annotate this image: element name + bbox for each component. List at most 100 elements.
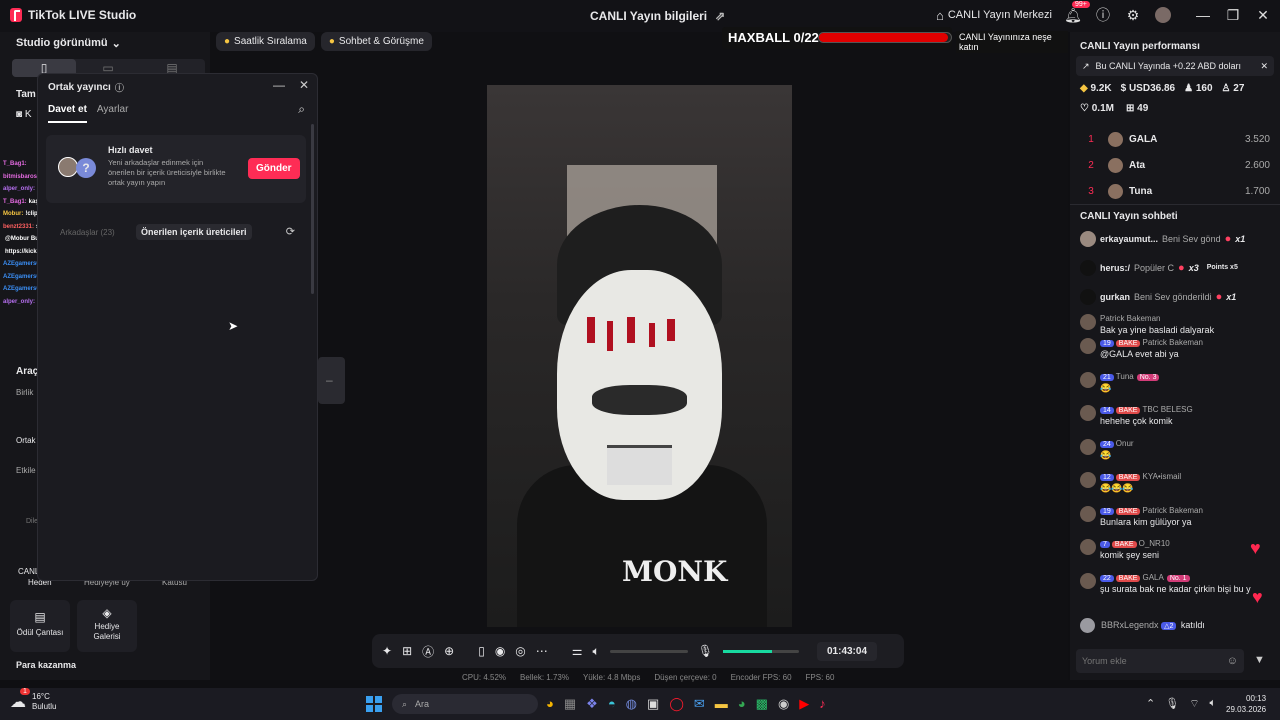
gift-user: herus:/ — [1100, 262, 1131, 273]
suggested-creators-tab[interactable]: Önerilen içerik üreticileri — [136, 224, 252, 240]
level-badge: 19 — [1100, 340, 1114, 347]
cloud-icon: ☁ 1 — [10, 688, 30, 712]
profile-avatar[interactable] — [1154, 6, 1172, 24]
chat-message[interactable]: Patrick Bakeman Bak ya yine basladi dalya… — [1070, 314, 1280, 335]
chat-message[interactable]: 14 BAKE TBC BELESG hehehe çok komik — [1070, 405, 1280, 426]
bell-icon[interactable]: 🔔︎ 99+ — [1064, 1, 1090, 24]
camera-preview[interactable]: MONK — [487, 85, 792, 627]
record-icon[interactable]: ◉ — [495, 644, 505, 658]
studio-view-label[interactable]: Studio görünümü — [16, 37, 108, 50]
chat-message[interactable]: 7 BAKE O_NR10 komik şey seni — [1070, 539, 1280, 560]
gifter-row[interactable]: 2 Ata 2.600 — [1080, 152, 1270, 178]
share-icon[interactable]: ⇗ — [715, 9, 725, 23]
file-explorer-icon[interactable]: ▦ — [564, 696, 576, 712]
refresh-icon[interactable]: ⟳ — [286, 225, 295, 238]
info-icon[interactable]: ⓘ — [115, 81, 124, 94]
obs-icon[interactable]: ◉ — [778, 696, 789, 712]
tray-volume-icon[interactable]: 🔈︎ — [1210, 697, 1217, 711]
filter-icon[interactable]: ▼ — [1254, 654, 1265, 666]
clock[interactable]: 00:13 29.03.2026 — [1226, 693, 1266, 715]
emoji-icon[interactable]: ☺ — [1227, 655, 1238, 667]
medal-icon: ● — [224, 36, 231, 47]
diamonds-value: 9.2K — [1090, 83, 1112, 94]
more-icon[interactable]: ⋯ — [536, 644, 548, 658]
collapsed-panel-handle[interactable]: – — [318, 357, 345, 404]
tray-wifi-icon[interactable]: ⌔ — [1189, 697, 1199, 711]
hourly-ranking-chip[interactable]: ● Saatlik Sıralama — [216, 32, 315, 51]
tray-chevron-icon[interactable]: ⌃ — [1146, 697, 1155, 711]
chat-message[interactable]: 22 BAKE GALA No. 1 şu surata bak ne kadar çi… — [1070, 572, 1280, 594]
phone-icon[interactable]: ▯ — [478, 644, 485, 658]
app-green-icon[interactable]: ▩ — [756, 696, 768, 712]
camera-icon[interactable]: ◙ K — [16, 109, 32, 120]
windows-start-icon[interactable] — [366, 696, 382, 712]
gifter-rank: 3 — [1088, 185, 1094, 197]
tray-mic-icon[interactable]: 🎙︎ — [1165, 697, 1179, 711]
dialog-scrollbar[interactable] — [311, 124, 314, 294]
chat-message[interactable]: 24 Onur 😂 — [1070, 438, 1280, 461]
search-icon[interactable]: ⌕ — [298, 102, 305, 117]
tab-settings[interactable]: Ayarlar — [97, 104, 129, 123]
youtube-icon[interactable]: ▶ — [799, 696, 809, 712]
help-icon[interactable]: ⓘ — [1094, 6, 1112, 24]
chat-message[interactable]: 12 BAKE KYA•ismail 😂😂😂 — [1070, 472, 1280, 494]
tab-invite[interactable]: Davet et — [48, 104, 87, 123]
close-notice-icon[interactable]: ✕ — [1260, 61, 1268, 72]
settings-sliders-icon[interactable]: ⚌ — [572, 644, 583, 658]
weather-widget[interactable]: ☁ 1 16°C Bulutlu — [10, 688, 56, 712]
tools-section-title: Araç — [16, 366, 39, 377]
gift-avatar — [1080, 288, 1096, 305]
discord-icon[interactable]: ◍ — [626, 696, 637, 712]
gift-gallery-button[interactable]: ◈ Hediye Galerisi — [77, 600, 137, 652]
studio-view-dropdown[interactable]: Studio görünümü ⌄ — [16, 37, 121, 50]
live-timer: 01:43:04 — [816, 641, 878, 661]
chat-avatar — [1080, 472, 1096, 488]
close-dialog-icon[interactable]: ✕ — [299, 78, 309, 92]
send-button[interactable]: Gönder — [248, 158, 300, 179]
teams-icon[interactable]: ❖ — [586, 696, 598, 712]
reward-bag-button[interactable]: ▤ Ödül Çantası — [10, 600, 70, 652]
chat-message[interactable]: 19 BAKE Patrick Bakeman @GALA evet abi ya — [1070, 338, 1280, 359]
ai-icon[interactable]: Ⓐ — [422, 643, 434, 660]
gifter-row[interactable]: 3 Tuna 1.700 — [1080, 178, 1270, 204]
usd-value: USD36.86 — [1128, 83, 1176, 94]
live-info-label[interactable]: CANLI Yayın bilgileri — [590, 9, 707, 23]
chrome-icon-2[interactable]: ◕ — [738, 696, 746, 712]
close-icon[interactable]: ✕ — [1254, 6, 1272, 24]
ortak-label[interactable]: Ortak — [16, 436, 36, 445]
comment-field[interactable] — [1082, 656, 1227, 666]
comment-input[interactable]: ☺ — [1076, 649, 1244, 673]
chat-call-chip[interactable]: ● Sohbet & Görüşme — [320, 32, 432, 51]
weather-temp: 16°C — [32, 692, 50, 701]
restore-icon[interactable]: ❐ — [1224, 6, 1242, 24]
mail-icon[interactable]: ✉ — [694, 696, 705, 712]
add-source-icon[interactable]: ⊕ — [444, 644, 454, 658]
mask-eyes — [592, 385, 687, 415]
live-info-title[interactable]: CANLI Yayın bilgileri ⇗ — [590, 9, 725, 23]
taskbar-search[interactable]: ⌕ Ara — [392, 694, 538, 714]
screenshot-icon[interactable]: ◎ — [515, 644, 525, 658]
friends-tab[interactable]: Arkadaşlar (23) — [60, 228, 115, 237]
folder-icon[interactable]: ▬ — [715, 696, 728, 712]
live-center-link[interactable]: ⌂ CANLI Yayın Merkezi — [936, 8, 1052, 23]
magic-wand-icon[interactable]: ✦ — [382, 644, 392, 658]
layout-edit-icon[interactable]: ⊞ — [402, 644, 412, 658]
gear-icon[interactable]: ⚙ — [1124, 6, 1142, 24]
gifter-row[interactable]: 1 GALA 3.520 — [1080, 126, 1270, 152]
edge-icon[interactable]: ◓ — [608, 696, 616, 712]
epic-icon[interactable]: ▣ — [647, 696, 659, 712]
tiktok-taskbar-icon[interactable]: ♪ — [819, 696, 826, 712]
volume-slider[interactable] — [609, 649, 688, 653]
mic-icon[interactable]: 🎙︎ — [698, 644, 713, 658]
opera-icon[interactable]: ◯ — [669, 696, 684, 712]
minimize-icon[interactable]: — — [1194, 6, 1212, 24]
mask-red-marks — [587, 317, 687, 351]
live-center-label[interactable]: CANLI Yayın Merkezi — [948, 9, 1052, 21]
speaker-icon[interactable]: 🔈︎ — [593, 644, 600, 659]
chat-avatar — [1080, 314, 1096, 330]
chat-message[interactable]: 19 BAKE Patrick Bakeman Bunlara kim gülüyor… — [1070, 505, 1280, 527]
chrome-icon[interactable]: ◕ — [546, 696, 554, 712]
minimize-dialog-icon[interactable]: — — [273, 78, 285, 92]
mic-slider[interactable] — [722, 649, 799, 653]
chat-message[interactable]: 21 Tuna No. 3 😂 — [1070, 371, 1280, 394]
